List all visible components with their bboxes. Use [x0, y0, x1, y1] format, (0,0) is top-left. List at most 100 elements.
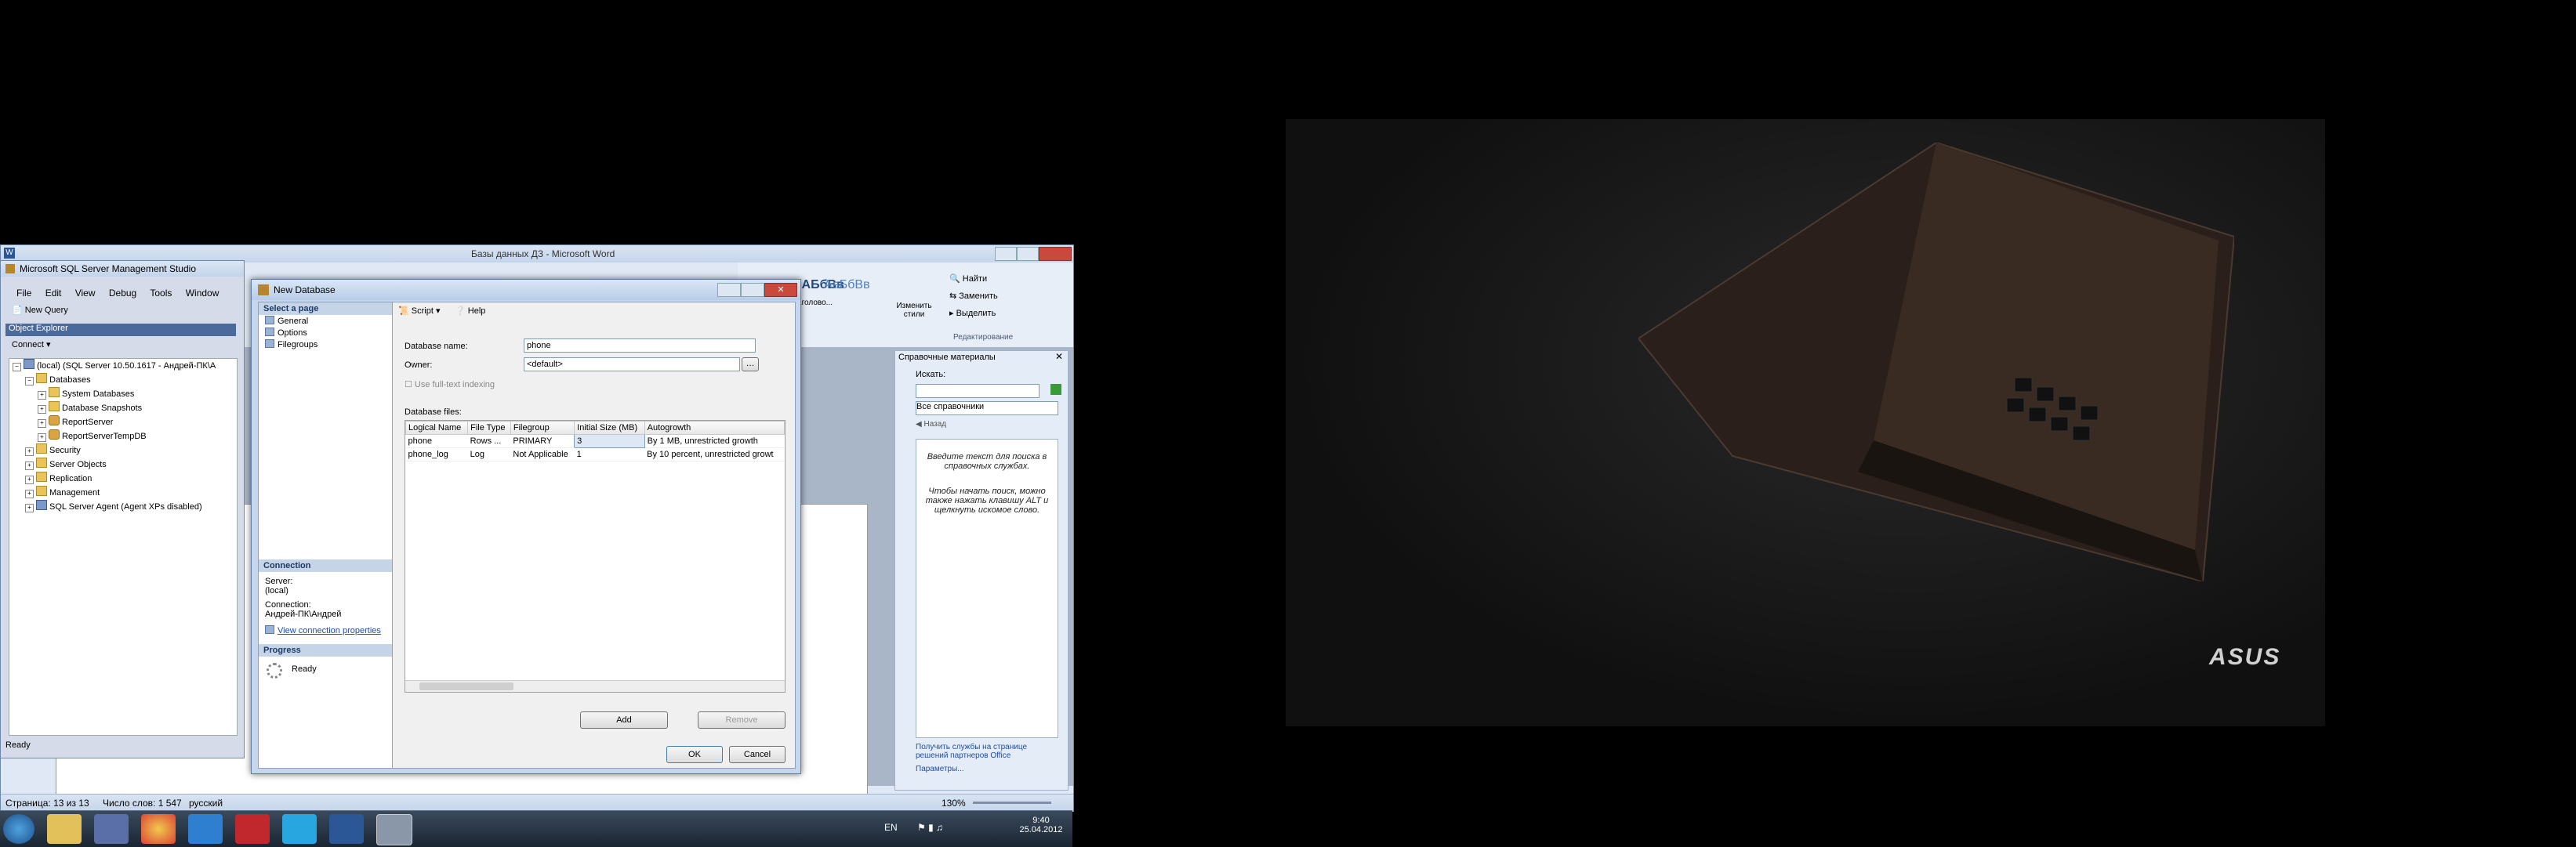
expand-toggle-icon[interactable]: +: [25, 447, 34, 456]
find-button[interactable]: 🔍 Найти: [949, 273, 987, 284]
page-options[interactable]: Options: [259, 327, 392, 338]
select-button[interactable]: ▸ Выделить: [949, 308, 996, 318]
close-icon[interactable]: ✕: [1055, 351, 1063, 362]
menu-window[interactable]: Window: [186, 288, 220, 299]
table-cell[interactable]: Log: [467, 447, 511, 462]
menu-edit[interactable]: Edit: [45, 288, 62, 299]
view-connection-properties-link[interactable]: View connection properties: [265, 625, 381, 635]
expand-toggle-icon[interactable]: +: [38, 405, 46, 414]
column-header[interactable]: Autogrowth: [644, 421, 785, 435]
style-heading2-preview[interactable]: АаБбВв: [824, 278, 870, 292]
ok-button[interactable]: OK: [666, 746, 723, 763]
tree-node[interactable]: + ReportServerTempDB: [9, 429, 237, 443]
ssms-menu-bar: File Edit View Debug Tools Window: [16, 288, 230, 299]
tree-node[interactable]: + Replication: [9, 472, 237, 486]
zoom-slider[interactable]: [973, 802, 1051, 804]
column-header[interactable]: Filegroup: [510, 421, 575, 435]
go-arrow-icon[interactable]: [1050, 384, 1061, 395]
fulltext-checkbox[interactable]: ☐ Use full-text indexing: [405, 379, 495, 389]
word-taskbar-icon[interactable]: [329, 814, 364, 844]
clock[interactable]: 9:40 25.04.2012: [1018, 816, 1065, 834]
expand-toggle-icon[interactable]: +: [38, 391, 46, 400]
connect-button[interactable]: Connect ▾: [12, 339, 51, 349]
zoom-level[interactable]: 130%: [942, 798, 966, 809]
language-indicator[interactable]: русский: [189, 798, 223, 809]
replace-button[interactable]: ⇆ Заменить: [949, 291, 998, 301]
close-button[interactable]: ✕: [764, 283, 797, 297]
owner-input[interactable]: [524, 357, 740, 371]
internet-explorer-icon[interactable]: [188, 814, 223, 844]
back-button[interactable]: ◀ Назад: [916, 420, 946, 429]
column-header[interactable]: Initial Size (MB): [574, 421, 645, 435]
maximize-button[interactable]: [741, 283, 764, 297]
menu-file[interactable]: File: [16, 288, 31, 299]
ssms-taskbar-icon[interactable]: [376, 814, 412, 845]
table-cell[interactable]: Rows ...: [467, 434, 511, 448]
tree-node[interactable]: + Server Objects: [9, 458, 237, 472]
page-filegroups[interactable]: Filegroups: [259, 338, 392, 350]
remove-button[interactable]: Remove: [698, 711, 785, 729]
owner-browse-button[interactable]: …: [742, 357, 759, 371]
column-header[interactable]: File Type: [467, 421, 511, 435]
tree-node[interactable]: + Security: [9, 443, 237, 458]
expand-toggle-icon[interactable]: +: [25, 462, 34, 470]
expand-toggle-icon[interactable]: +: [25, 476, 34, 484]
maximize-button[interactable]: [1017, 247, 1039, 261]
cancel-button[interactable]: Cancel: [729, 746, 785, 763]
tree-node[interactable]: + ReportServer: [9, 415, 237, 429]
script-button[interactable]: 📜 Script ▾: [398, 306, 440, 316]
table-cell[interactable]: phone_log: [405, 447, 468, 462]
table-cell[interactable]: By 1 MB, unrestricted growth: [644, 434, 785, 448]
close-button[interactable]: [1039, 247, 1072, 261]
grid-horizontal-scrollbar[interactable]: [405, 680, 785, 692]
menu-debug[interactable]: Debug: [109, 288, 136, 299]
change-styles-button[interactable]: Изменить стили: [894, 302, 934, 319]
add-button[interactable]: Add: [580, 711, 668, 729]
new-query-button[interactable]: 📄 New Query: [12, 305, 68, 315]
tree-node[interactable]: − Databases: [9, 373, 237, 387]
page-general[interactable]: General: [259, 315, 392, 327]
table-cell[interactable]: 3: [574, 434, 645, 448]
minimize-button[interactable]: [717, 283, 741, 297]
table-row[interactable]: phone_log Log Not Applicable 1 By 10 percent…: [405, 447, 785, 462]
network-app-icon[interactable]: [94, 814, 129, 844]
tree-node[interactable]: + Database Snapshots: [9, 401, 237, 415]
expand-toggle-icon[interactable]: −: [13, 363, 21, 371]
table-cell[interactable]: Not Applicable: [510, 447, 575, 462]
folder-icon: [49, 401, 60, 411]
expand-toggle-icon[interactable]: +: [38, 419, 46, 428]
tree-node[interactable]: − (local) (SQL Server 10.50.1617 - Андрей…: [9, 359, 237, 373]
tree-node[interactable]: + System Databases: [9, 387, 237, 401]
tray-icons[interactable]: ⚑ ▮ ♫: [917, 822, 943, 833]
skype-icon[interactable]: [282, 814, 317, 844]
acrobat-icon[interactable]: [235, 814, 270, 844]
tree-node[interactable]: + Management: [9, 486, 237, 500]
chrome-icon[interactable]: [141, 814, 176, 844]
database-name-input[interactable]: [524, 338, 756, 353]
expand-toggle-icon[interactable]: +: [25, 490, 34, 498]
language-indicator[interactable]: EN: [884, 822, 898, 833]
tree-node[interactable]: + SQL Server Agent (Agent XPs disabled): [9, 500, 237, 514]
menu-view[interactable]: View: [75, 288, 96, 299]
scrollbar-thumb[interactable]: [419, 682, 513, 690]
table-cell[interactable]: 1: [574, 447, 645, 462]
reference-search-input[interactable]: [916, 384, 1039, 398]
start-button[interactable]: [3, 814, 34, 844]
select-page-header: Select a page: [259, 302, 392, 315]
help-button[interactable]: ❔ Help: [455, 306, 485, 316]
expand-toggle-icon[interactable]: +: [38, 433, 46, 442]
expand-toggle-icon[interactable]: −: [25, 377, 34, 385]
table-row[interactable]: phone Rows ... PRIMARY 3 By 1 MB, unrestrict…: [405, 434, 785, 448]
partner-services-link[interactable]: Получить службы на странице решений парт…: [916, 743, 1057, 760]
table-cell[interactable]: By 10 percent, unrestricted growt: [644, 447, 785, 462]
column-header[interactable]: Logical Name: [405, 421, 469, 435]
reference-options-link[interactable]: Параметры...: [916, 765, 964, 773]
page-icon: [265, 316, 274, 324]
explorer-icon[interactable]: [47, 814, 82, 844]
menu-tools[interactable]: Tools: [150, 288, 172, 299]
expand-toggle-icon[interactable]: +: [25, 504, 34, 512]
reference-source-select[interactable]: Все справочники: [916, 401, 1058, 415]
table-cell[interactable]: PRIMARY: [510, 434, 575, 448]
minimize-button[interactable]: [995, 247, 1017, 261]
table-cell[interactable]: phone: [405, 434, 468, 448]
